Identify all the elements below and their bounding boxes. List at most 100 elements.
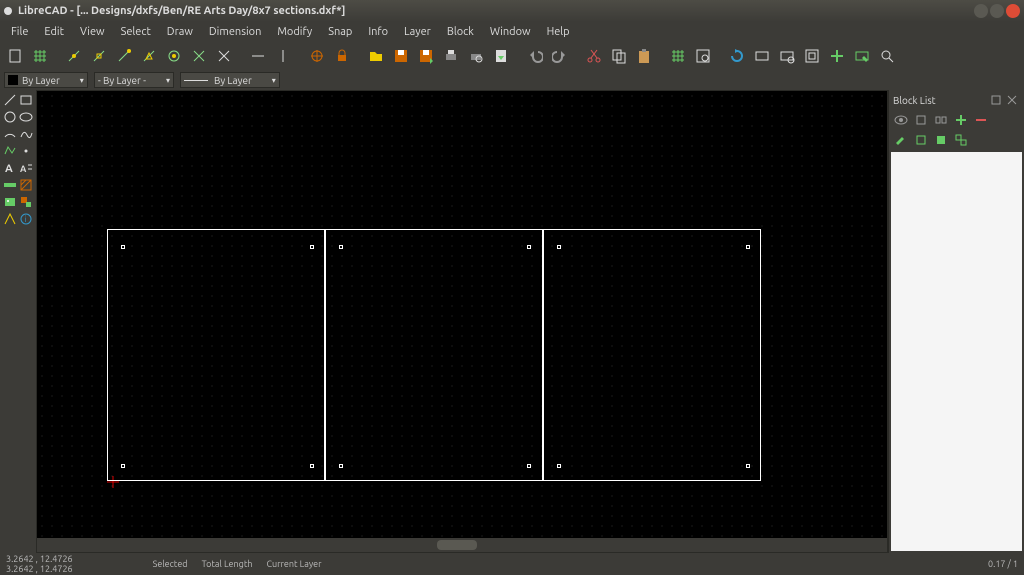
spline-tool[interactable] — [19, 126, 35, 142]
zoom-auto[interactable] — [801, 45, 823, 67]
menu-select[interactable]: Select — [114, 24, 158, 40]
undo-button[interactable] — [524, 45, 546, 67]
block-rename-icon[interactable] — [893, 132, 909, 148]
menu-draw[interactable]: Draw — [160, 24, 200, 40]
restrict-v[interactable] — [272, 45, 294, 67]
svg-text:A: A — [5, 163, 13, 175]
menu-modify[interactable]: Modify — [270, 24, 319, 40]
minimize-button[interactable] — [974, 4, 988, 18]
maximize-button[interactable] — [990, 4, 1004, 18]
svg-text:i: i — [25, 215, 27, 224]
snap-free[interactable] — [63, 45, 85, 67]
restrict-h[interactable] — [247, 45, 269, 67]
menu-snap[interactable]: Snap — [321, 24, 359, 40]
block-attributes-icon[interactable] — [933, 112, 949, 128]
print-button[interactable] — [440, 45, 462, 67]
block-list-body[interactable] — [891, 152, 1022, 551]
image-tool[interactable] — [2, 194, 18, 210]
block-insert-icon[interactable] — [953, 132, 969, 148]
status-rel-coord: 3.2642 , 12.4726 — [6, 564, 73, 574]
status-selected-label: Selected — [153, 559, 188, 569]
zoom-extents[interactable] — [876, 45, 898, 67]
panel-title: Block List — [893, 95, 936, 106]
hatch-tool[interactable] — [19, 177, 35, 193]
lock-rel-zero[interactable] — [331, 45, 353, 67]
arc-tool[interactable] — [2, 126, 18, 142]
drawing-canvas[interactable] — [36, 90, 888, 553]
circle-tool[interactable] — [2, 109, 18, 125]
close-button[interactable] — [1006, 4, 1020, 18]
menu-help[interactable]: Help — [540, 24, 577, 40]
save-button[interactable] — [390, 45, 412, 67]
snap-endpoint[interactable] — [113, 45, 135, 67]
mtext-tool[interactable]: A — [19, 160, 35, 176]
menu-window[interactable]: Window — [483, 24, 538, 40]
block-remove-icon[interactable] — [973, 112, 989, 128]
drawn-point — [527, 464, 531, 468]
snap-middle[interactable] — [138, 45, 160, 67]
dimension-tool[interactable] — [2, 177, 18, 193]
menu-block[interactable]: Block — [440, 24, 481, 40]
menu-layer[interactable]: Layer — [397, 24, 438, 40]
menu-edit[interactable]: Edit — [37, 24, 71, 40]
grid-toggle[interactable] — [29, 45, 51, 67]
menubar: File Edit View Select Draw Dimension Mod… — [0, 22, 1024, 42]
float-panel-icon[interactable] — [988, 92, 1004, 108]
polyline-tool[interactable] — [2, 143, 18, 159]
close-panel-icon[interactable] — [1004, 92, 1020, 108]
info-tool[interactable]: i — [19, 211, 35, 227]
point-tool[interactable] — [19, 143, 35, 159]
snap-center[interactable] — [163, 45, 185, 67]
redo-button[interactable] — [549, 45, 571, 67]
horizontal-scrollbar[interactable] — [37, 538, 873, 552]
copy-button[interactable] — [608, 45, 630, 67]
new-button[interactable] — [4, 45, 26, 67]
rectangle-tool[interactable] — [19, 92, 35, 108]
cut-button[interactable] — [583, 45, 605, 67]
menu-dimension[interactable]: Dimension — [202, 24, 268, 40]
draft-button[interactable] — [692, 45, 714, 67]
color-by-layer-select[interactable]: By Layer ▾ — [4, 72, 88, 88]
block-visible-icon[interactable] — [893, 112, 909, 128]
snap-intersection[interactable] — [188, 45, 210, 67]
text-tool[interactable]: A — [2, 160, 18, 176]
save-as-button[interactable] — [415, 45, 437, 67]
menu-view[interactable]: View — [73, 24, 112, 40]
zoom-pan[interactable] — [826, 45, 848, 67]
status-abs-coord: 3.2642 , 12.4726 — [6, 554, 73, 564]
linetype-by-layer-select[interactable]: By Layer ▾ — [180, 72, 280, 88]
block-add-icon[interactable] — [913, 112, 929, 128]
window-controls — [974, 4, 1020, 18]
print-preview-button[interactable] — [465, 45, 487, 67]
line-tool[interactable] — [2, 92, 18, 108]
dropdown-icon: ▾ — [166, 76, 170, 85]
ellipse-tool[interactable] — [19, 109, 35, 125]
block-insert-tool[interactable] — [19, 194, 35, 210]
dropdown-icon: ▾ — [272, 76, 276, 85]
open-button[interactable] — [365, 45, 387, 67]
snap-dist[interactable] — [213, 45, 235, 67]
block-new-icon[interactable] — [953, 112, 969, 128]
paste-button[interactable] — [633, 45, 655, 67]
menu-file[interactable]: File — [4, 24, 35, 40]
drawn-rectangle — [107, 229, 325, 481]
modify-tool[interactable] — [2, 211, 18, 227]
zoom-window[interactable] — [776, 45, 798, 67]
snap-grid[interactable] — [88, 45, 110, 67]
properties-bar: By Layer ▾ - By Layer - ▾ By Layer ▾ — [0, 70, 1024, 90]
export-button[interactable] — [490, 45, 512, 67]
zoom-previous[interactable] — [751, 45, 773, 67]
drawn-rectangle — [543, 229, 761, 481]
zoom-selection[interactable] — [851, 45, 873, 67]
redraw-button[interactable] — [726, 45, 748, 67]
width-by-layer-select[interactable]: - By Layer - ▾ — [94, 72, 174, 88]
menu-info[interactable]: Info — [361, 24, 395, 40]
block-edit-icon[interactable] — [913, 132, 929, 148]
block-save-icon[interactable] — [933, 132, 949, 148]
block-list-panel: Block List — [888, 90, 1024, 553]
scrollbar-thumb[interactable] — [437, 540, 477, 550]
status-total-length-label: Total Length — [202, 559, 253, 569]
statusbar: 3.2642 , 12.4726 3.2642 , 12.4726 Select… — [0, 553, 1024, 575]
rel-zero[interactable] — [306, 45, 328, 67]
grid-button[interactable] — [667, 45, 689, 67]
